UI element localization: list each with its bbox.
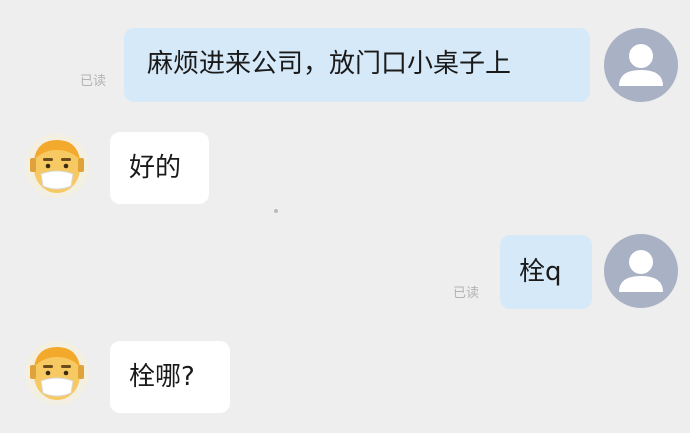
message-text: 麻烦进来公司，放门口小桌子上 [147, 49, 512, 79]
read-status: 已读 [80, 74, 107, 89]
user-avatar-icon[interactable] [604, 234, 678, 308]
message-bubble-sent[interactable]: 麻烦进来公司，放门口小桌子上 [124, 28, 590, 102]
chat-area[interactable]: 已读 麻烦进来公司，放门口小桌子上 好的 已读 栓q 栓哪? [0, 0, 690, 433]
user-avatar-icon[interactable] [604, 28, 678, 102]
masked-character-avatar-icon[interactable] [25, 341, 89, 405]
message-text: 栓哪? [129, 362, 195, 392]
loading-dot [274, 209, 278, 213]
message-text: 好的 [129, 153, 182, 183]
message-text: 栓q [519, 257, 562, 287]
message-bubble-received[interactable]: 好的 [110, 132, 209, 204]
message-bubble-received[interactable]: 栓哪? [110, 341, 230, 413]
masked-character-avatar-icon[interactable] [25, 134, 89, 198]
read-status: 已读 [453, 286, 480, 301]
message-bubble-sent[interactable]: 栓q [500, 235, 592, 309]
